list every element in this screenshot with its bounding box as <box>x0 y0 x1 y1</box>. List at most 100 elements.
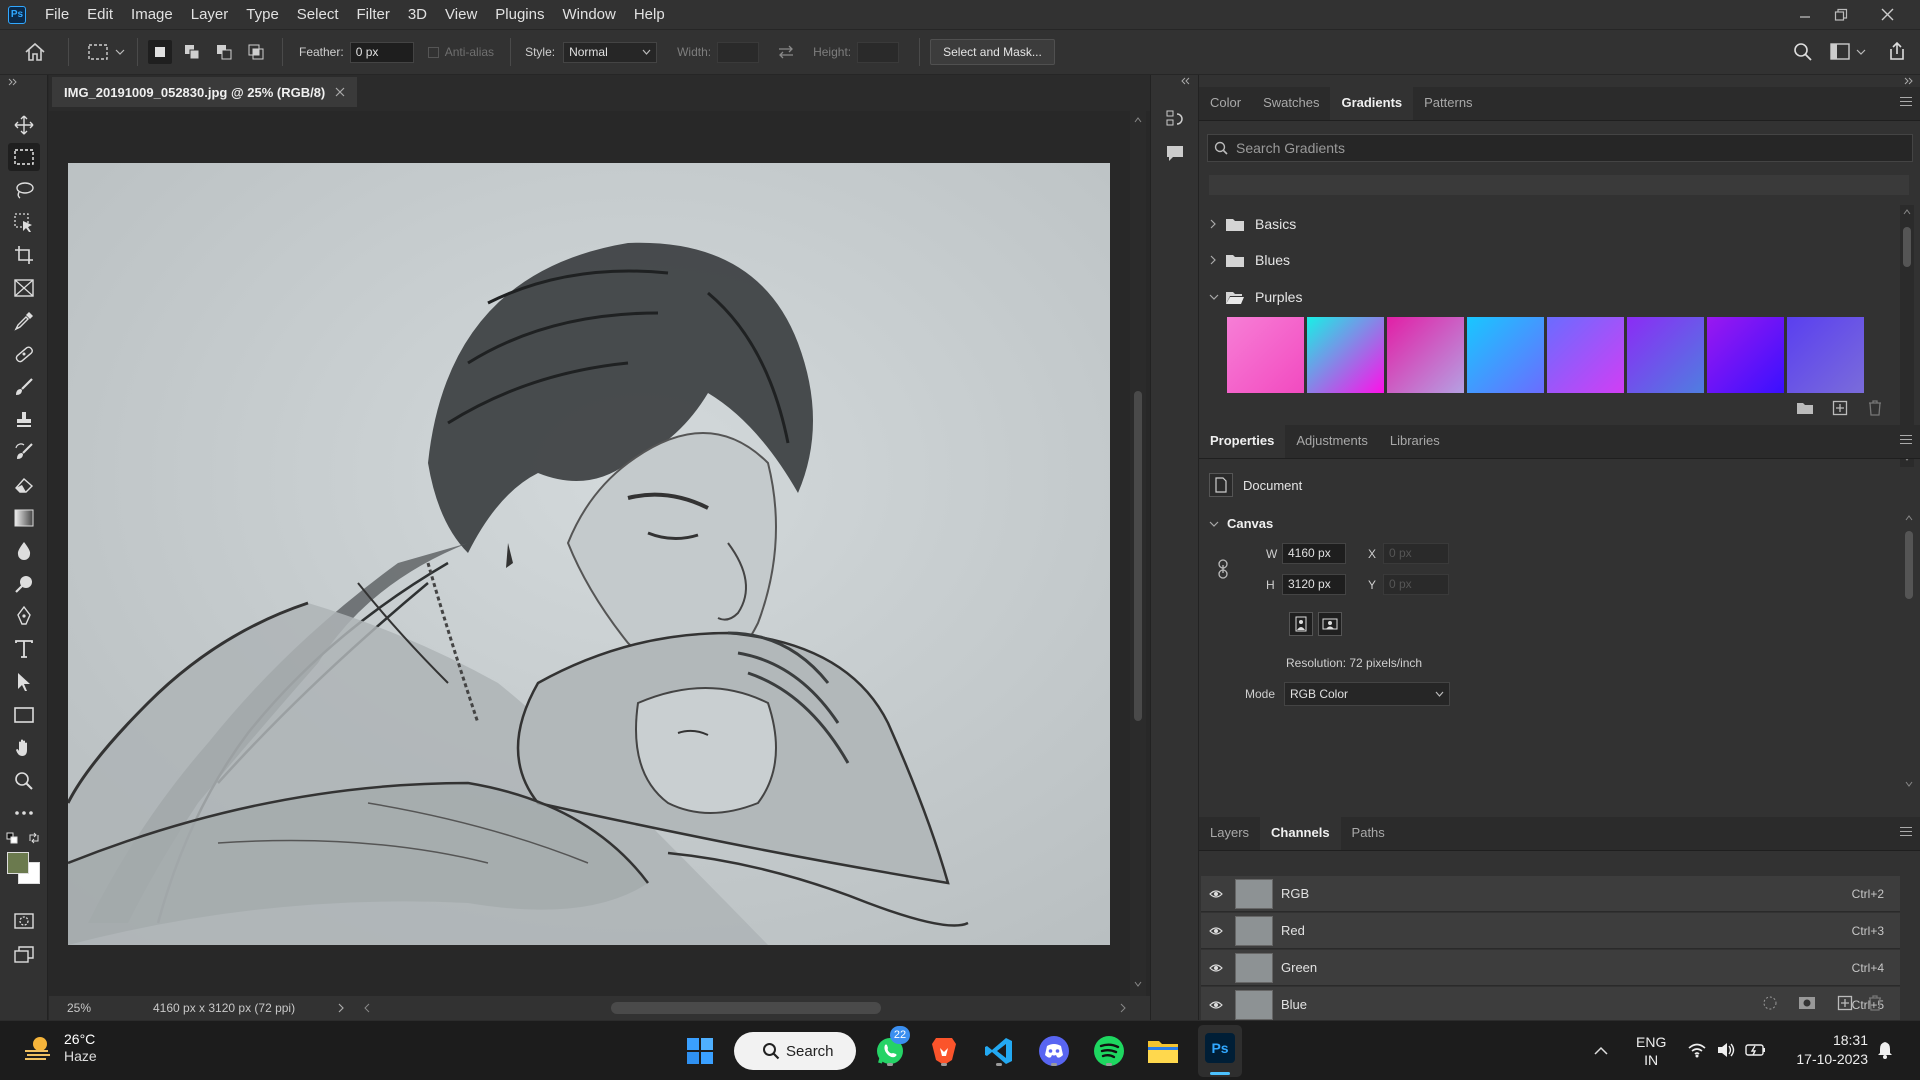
subtract-selection-button[interactable] <box>212 40 236 64</box>
channel-row[interactable]: RGB Ctrl+2 <box>1201 876 1900 912</box>
landscape-orientation-button[interactable] <box>1318 612 1342 636</box>
weather-widget[interactable]: 26°C Haze <box>22 1031 97 1065</box>
canvas-y-input[interactable]: 0 px <box>1383 574 1449 595</box>
gradient-swatch[interactable] <box>1227 317 1304 393</box>
visibility-eye-icon[interactable] <box>1209 926 1223 936</box>
close-tab-icon[interactable] <box>335 87 345 97</box>
eyedropper-tool[interactable] <box>8 307 40 335</box>
healing-brush-tool[interactable] <box>8 340 40 368</box>
discord-taskbar-button[interactable] <box>1036 1033 1072 1069</box>
new-gradient-icon[interactable] <box>1832 400 1848 416</box>
folder-blues[interactable]: Blues <box>1209 244 1290 276</box>
tab-color[interactable]: Color <box>1199 86 1252 120</box>
load-selection-icon[interactable] <box>1762 995 1778 1011</box>
menu-file[interactable]: File <box>36 0 78 29</box>
object-selection-tool[interactable] <box>8 209 40 237</box>
marquee-tool-preset[interactable] <box>87 43 125 61</box>
visibility-eye-icon[interactable] <box>1209 963 1223 973</box>
trash-icon[interactable] <box>1868 400 1882 416</box>
zoom-tool[interactable] <box>8 767 40 795</box>
hand-tool[interactable] <box>8 734 40 762</box>
menu-view[interactable]: View <box>436 0 486 29</box>
menu-layer[interactable]: Layer <box>182 0 238 29</box>
start-button[interactable] <box>682 1033 718 1069</box>
menu-help[interactable]: Help <box>625 0 674 29</box>
panel-menu-icon[interactable] <box>1900 97 1912 109</box>
link-dimensions-icon[interactable] <box>1217 559 1229 579</box>
notification-bell-icon[interactable] <box>1877 1041 1893 1059</box>
quick-mask-button[interactable] <box>8 907 40 935</box>
tab-channels[interactable]: Channels <box>1260 816 1341 850</box>
scroll-up-icon[interactable] <box>1905 515 1913 521</box>
document-tab[interactable]: IMG_20191009_052830.jpg @ 25% (RGB/8) <box>52 77 358 107</box>
menu-select[interactable]: Select <box>288 0 348 29</box>
scroll-down-icon[interactable] <box>1134 981 1142 987</box>
tab-paths[interactable]: Paths <box>1341 816 1396 850</box>
gradient-swatch[interactable] <box>1387 317 1464 393</box>
close-window-button[interactable] <box>1870 0 1904 29</box>
rectangle-tool[interactable] <box>8 701 40 729</box>
new-selection-button[interactable] <box>148 40 172 64</box>
trash-icon[interactable] <box>1868 995 1882 1011</box>
dodge-tool[interactable] <box>8 570 40 598</box>
restore-button[interactable] <box>1824 0 1858 29</box>
visibility-eye-icon[interactable] <box>1209 889 1223 899</box>
path-selection-tool[interactable] <box>8 668 40 696</box>
menu-edit[interactable]: Edit <box>78 0 122 29</box>
menu-type[interactable]: Type <box>237 0 288 29</box>
vscode-taskbar-button[interactable] <box>981 1033 1017 1069</box>
folder-basics[interactable]: Basics <box>1209 208 1296 240</box>
crop-tool[interactable] <box>8 241 40 269</box>
whatsapp-taskbar-button[interactable]: 22 <box>872 1026 910 1069</box>
photoshop-logo-icon[interactable]: Ps <box>8 5 26 24</box>
home-button[interactable] <box>24 42 46 62</box>
gradient-swatch[interactable] <box>1627 317 1704 393</box>
volume-icon[interactable] <box>1716 1041 1736 1059</box>
tab-libraries[interactable]: Libraries <box>1379 424 1451 458</box>
scroll-up-icon[interactable] <box>1903 209 1911 215</box>
tab-adjustments[interactable]: Adjustments <box>1285 424 1379 458</box>
expand-chevron-icon[interactable] <box>1181 77 1191 85</box>
edit-toolbar-button[interactable] <box>8 799 40 827</box>
workspace-switcher[interactable] <box>1830 43 1866 60</box>
history-panel-button[interactable] <box>1161 105 1189 133</box>
tab-properties[interactable]: Properties <box>1199 424 1286 458</box>
brush-tool[interactable] <box>8 373 40 401</box>
add-selection-button[interactable] <box>180 40 204 64</box>
history-brush-tool[interactable] <box>8 438 40 466</box>
share-button[interactable] <box>1887 41 1907 61</box>
scroll-down-icon[interactable] <box>1905 781 1913 787</box>
channel-row[interactable]: Blue Ctrl+5 <box>1201 987 1900 1023</box>
gradient-swatch[interactable] <box>1467 317 1544 393</box>
eraser-tool[interactable] <box>8 471 40 499</box>
select-and-mask-button[interactable]: Select and Mask... <box>930 39 1055 65</box>
color-mode-select[interactable]: RGB Color <box>1284 682 1450 706</box>
panel-menu-icon[interactable] <box>1900 827 1912 839</box>
brave-taskbar-button[interactable] <box>926 1033 962 1069</box>
menu-3d[interactable]: 3D <box>399 0 436 29</box>
move-tool[interactable] <box>8 111 40 139</box>
vertical-scrollbar[interactable] <box>1130 111 1146 996</box>
portrait-orientation-button[interactable] <box>1289 612 1313 636</box>
intersect-selection-button[interactable] <box>244 40 268 64</box>
collapse-chevron-icon[interactable] <box>1904 77 1914 85</box>
folder-purples[interactable]: Purples <box>1209 281 1302 313</box>
canvas-height-input[interactable]: 3120 px <box>1282 574 1346 595</box>
new-group-folder-icon[interactable] <box>1796 401 1814 415</box>
menu-window[interactable]: Window <box>553 0 624 29</box>
gradient-swatch[interactable] <box>1707 317 1784 393</box>
canvas-x-input[interactable]: 0 px <box>1383 543 1449 564</box>
lasso-tool[interactable] <box>8 176 40 204</box>
zoom-level[interactable]: 25% <box>67 1001 125 1015</box>
gradient-swatch[interactable] <box>1547 317 1624 393</box>
width-input[interactable] <box>717 41 760 63</box>
canvas-image[interactable] <box>68 163 1110 945</box>
chevron-up-icon[interactable] <box>1594 1046 1608 1056</box>
vertical-scroll-thumb[interactable] <box>1134 391 1142 721</box>
gradient-swatch[interactable] <box>1307 317 1384 393</box>
chevron-right-icon[interactable] <box>337 1003 345 1013</box>
swap-colors-icon[interactable] <box>28 832 40 844</box>
photoshop-taskbar-button[interactable]: Ps <box>1198 1025 1242 1077</box>
menu-filter[interactable]: Filter <box>348 0 399 29</box>
tab-gradients[interactable]: Gradients <box>1330 86 1414 120</box>
